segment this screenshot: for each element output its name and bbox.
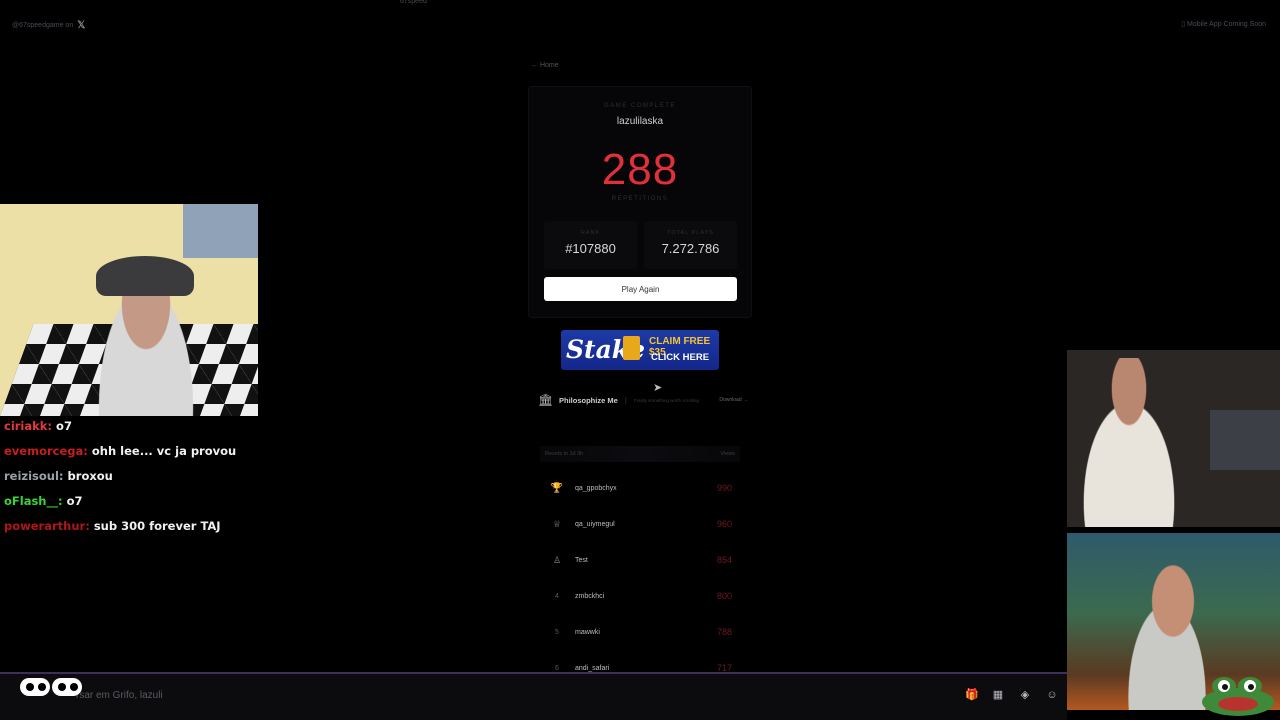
trophy-icon: 🏆 [550, 482, 564, 494]
player-name: lazulilaska [616, 116, 664, 127]
leaderboard-name: zmbckhci [575, 592, 605, 600]
leaderboard-row[interactable]: 4 zmbckhci 800 [545, 586, 740, 606]
stake-ad-banner[interactable]: Stake CLAIM FREE $35 CLICK HERE [561, 330, 719, 370]
chat-message: powerarthur: sub 300 forever TAJ [4, 519, 304, 544]
background-shelf [1210, 410, 1280, 470]
streamer-webcam-left [0, 204, 258, 416]
leaderboard-rank: 5 [555, 628, 559, 636]
leaderboard-name: mawwki [575, 628, 600, 636]
leaderboard-header: Resets in 1d 3h Views [540, 446, 740, 462]
guest-webcam-top [1067, 350, 1280, 527]
bank-icon: 🏛 [538, 393, 554, 407]
medal-icon: ♕ [552, 518, 562, 529]
chat-user: ciriakk: [4, 419, 53, 433]
calendar-icon[interactable]: ▦ [991, 688, 1005, 702]
leaderboard-name: Test [575, 556, 588, 564]
game-complete-label: Game complete [604, 103, 676, 109]
streamer-cap [96, 256, 194, 296]
rank-value: #107880 [565, 241, 616, 256]
play-again-button[interactable]: Play Again [544, 277, 737, 301]
chat-text: ohh lee... vc ja provou [91, 444, 237, 458]
gift-icon[interactable]: 🎁 [965, 688, 979, 702]
score-label: repetitions [611, 196, 669, 202]
face-inset-cam [183, 204, 258, 258]
leaderboard-row[interactable]: 5 mawwki 788 [545, 622, 740, 642]
chat-text: sub 300 forever TAJ [93, 519, 221, 533]
leaderboard-score: 960 [716, 519, 732, 529]
home-link[interactable]: ← Home [531, 62, 559, 69]
medal-icon: ♙ [552, 554, 562, 565]
chat-user: oFlash__: [4, 494, 63, 508]
mobile-app-text: Mobile App Coming Soon [1187, 21, 1266, 28]
leaderboard-row[interactable]: ♕ qa_uiymegul 960 [545, 514, 740, 534]
frog-emote-icon [1202, 677, 1274, 716]
leaderboard-score: 788 [716, 627, 732, 637]
site-handle[interactable]: @67speedgame on 𝕏 [12, 20, 85, 31]
rank-stat: Rank #107880 [544, 221, 637, 269]
chat-message: ciriakk: o7 [4, 419, 304, 444]
promo-tagline: Finally something worth scrolling [633, 397, 699, 403]
result-card: Game complete lazulilaska 288 repetition… [528, 86, 752, 318]
total-plays-label: Total plays [667, 230, 714, 236]
chat-user: evemorcega: [4, 444, 88, 458]
promo-name: Philosophize Me [559, 395, 618, 405]
chat-input[interactable] [18, 688, 1038, 706]
leaderboard-views-link[interactable]: Views [720, 451, 735, 457]
emote-logo [20, 678, 82, 696]
leaderboard-rank: 4 [555, 592, 559, 600]
leaderboard-score: 990 [716, 483, 732, 493]
score-value: 288 [601, 145, 679, 194]
leaderboard-row[interactable]: ♙ Test 854 [545, 550, 740, 570]
ad-click-text: CLICK HERE [651, 352, 710, 363]
gift-icon [623, 336, 640, 360]
promo-separator: | [624, 395, 627, 405]
chat-text: broxou [67, 469, 113, 483]
chat-user: powerarthur: [4, 519, 90, 533]
emote-icon[interactable]: ◈ [1018, 688, 1032, 702]
leaderboard-name: qa_uiymegul [575, 520, 615, 528]
x-logo-icon: 𝕏 [77, 20, 86, 31]
chat-text: o7 [56, 419, 72, 433]
phone-icon: ▯ [1181, 21, 1186, 28]
chat-message: reizisoul: broxou [4, 469, 304, 494]
leaderboard-name: andi_safari [575, 664, 610, 672]
window-title: 67speed [400, 0, 427, 5]
total-plays-value: 7.272.786 [661, 241, 720, 256]
leaderboard-rank: 6 [555, 664, 559, 672]
total-plays-stat: Total plays 7.272.786 [644, 221, 737, 269]
promo-download-link[interactable]: Download → [719, 397, 748, 403]
handle-text: @67speedgame on [12, 22, 74, 29]
chat-input-placeholder: rsar em Grifo, lazuli [76, 690, 163, 701]
guest-figure [1075, 358, 1195, 527]
leaderboard-reset-text: Resets in 1d 3h [545, 451, 584, 457]
chat-overlay: ciriakk: o7 evemorcega: ohh lee... vc ja… [4, 419, 304, 544]
leaderboard-name: qa_gpobchyx [575, 484, 617, 492]
leaderboard-score: 800 [716, 591, 732, 601]
smiley-icon[interactable]: ☺ [1045, 688, 1059, 702]
rank-label: Rank [580, 230, 601, 236]
leaderboard-score: 854 [716, 555, 732, 565]
chat-message: oFlash__: o7 [4, 494, 304, 519]
chat-message: evemorcega: ohh lee... vc ja provou [4, 444, 304, 469]
chat-text: o7 [66, 494, 83, 508]
philosophize-promo[interactable]: 🏛 Philosophize Me | Finally something wo… [538, 393, 748, 407]
chat-user: reizisoul: [4, 469, 64, 483]
mobile-app-notice: ▯ Mobile App Coming Soon [1181, 20, 1266, 28]
leaderboard-row[interactable]: 🏆 qa_gpobchyx 990 [545, 478, 740, 498]
